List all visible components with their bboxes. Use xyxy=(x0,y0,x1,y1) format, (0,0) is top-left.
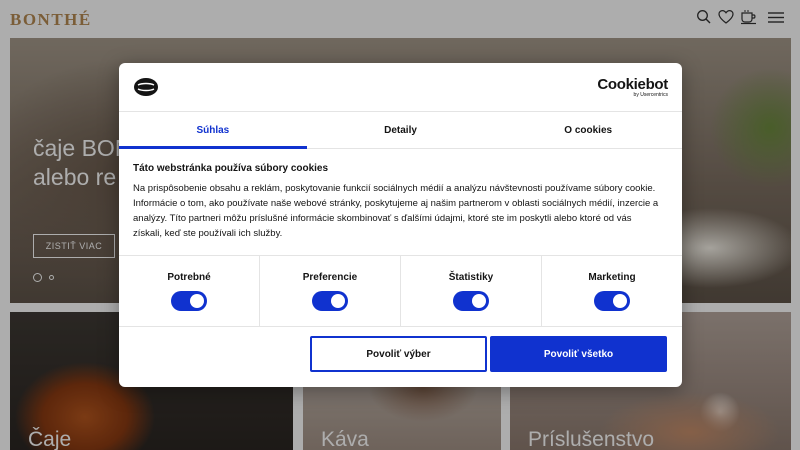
toggle-cell-statistics: Štatistiky xyxy=(401,256,542,326)
toggle-cell-necessary: Potrebné xyxy=(119,256,260,326)
cookie-dialog-text: Na prispôsobenie obsahu a reklám, poskyt… xyxy=(133,183,659,239)
necessary-toggle[interactable] xyxy=(171,291,207,311)
toggle-label: Preferencie xyxy=(302,272,358,283)
toggle-cell-marketing: Marketing xyxy=(542,256,682,326)
cookiebot-brand-name: Cookiebot xyxy=(597,76,668,93)
toggle-label: Štatistiky xyxy=(448,272,494,283)
tab-details[interactable]: Detaily xyxy=(307,112,495,148)
statistics-toggle[interactable] xyxy=(453,291,489,311)
tab-consent[interactable]: Súhlas xyxy=(119,112,307,149)
cookie-dialog-title: Táto webstránka používa súbory cookies xyxy=(133,163,329,174)
toggle-cell-preferences: Preferencie xyxy=(260,256,401,326)
allow-selection-button[interactable]: Povoliť výber xyxy=(310,336,487,372)
toggle-label: Marketing xyxy=(588,272,636,283)
cookie-tabs: Súhlas Detaily O cookies xyxy=(119,111,682,149)
marketing-toggle[interactable] xyxy=(594,291,630,311)
cookie-logo-icon xyxy=(133,77,159,102)
allow-all-button[interactable]: Povoliť všetko xyxy=(490,336,667,372)
cookiebot-brand-sub: by Usercentrics xyxy=(633,92,668,98)
toggle-label: Potrebné xyxy=(167,272,211,283)
cookiebot-logo: Cookiebot by Usercentrics xyxy=(597,77,668,99)
cookie-consent-dialog: Cookiebot by Usercentrics Súhlas Detaily… xyxy=(119,63,682,387)
tab-about-cookies[interactable]: O cookies xyxy=(494,112,682,148)
consent-toggles: Potrebné Preferencie Štatistiky Marketin… xyxy=(119,255,682,327)
preferences-toggle[interactable] xyxy=(312,291,348,311)
